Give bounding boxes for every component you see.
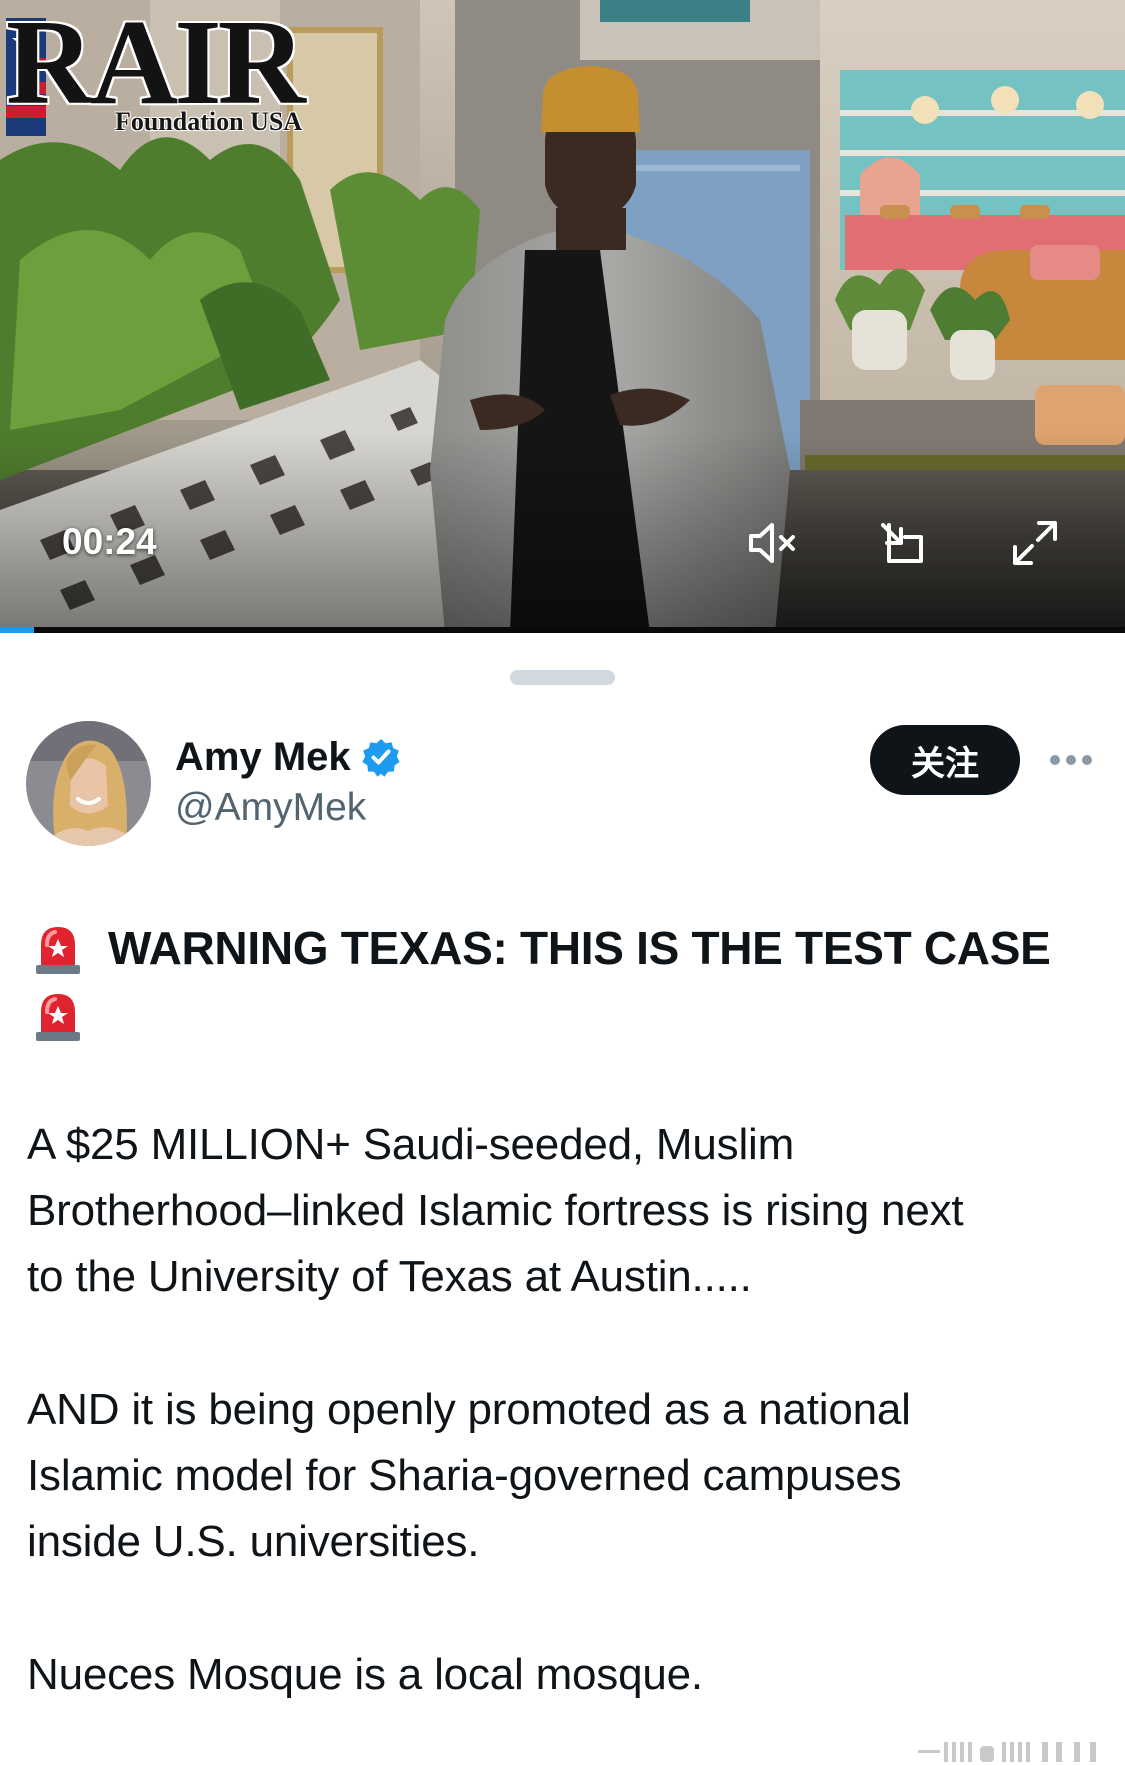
verified-badge-icon — [362, 739, 400, 777]
text-line: to the University of Texas at Austin....… — [27, 1252, 752, 1301]
mute-icon — [749, 523, 795, 563]
author-name[interactable]: Amy Mek — [175, 733, 351, 781]
watermark-main-text: RAIR — [6, 0, 306, 130]
mute-button[interactable] — [740, 512, 802, 574]
follow-button[interactable]: 关注 — [870, 725, 1020, 795]
picture-in-picture-button[interactable] — [872, 512, 934, 574]
video-progress-fill — [0, 627, 34, 633]
more-options-button[interactable] — [1045, 740, 1097, 780]
author-handle[interactable]: @AmyMek — [175, 785, 366, 831]
text-line: Brotherhood–linked Islamic fortress is r… — [27, 1186, 964, 1235]
avatar[interactable] — [26, 721, 151, 846]
video-player[interactable]: RAIR Foundation USA 00:24 — [0, 0, 1125, 633]
text-line: Nueces Mosque is a local mosque. — [27, 1650, 703, 1699]
ellipsis-icon — [1050, 755, 1092, 765]
post-paragraph-2: AND it is being openly promoted as a nat… — [27, 1377, 1107, 1575]
fullscreen-icon — [1013, 521, 1057, 565]
author-name-row[interactable]: Amy Mek — [175, 733, 401, 781]
text-line: A $25 MILLION+ Saudi-seeded, Muslim — [27, 1120, 795, 1169]
avatar-image — [26, 721, 151, 846]
headline-text: WARNING TEXAS: THIS IS THE TEST CASE — [108, 922, 1051, 974]
channel-watermark: RAIR Foundation USA — [4, 2, 306, 142]
text-line: Islamic model for Sharia-governed campus… — [27, 1451, 902, 1500]
corner-watermark-icon — [918, 1742, 1096, 1762]
video-progress-bar[interactable] — [0, 627, 1125, 633]
post-paragraph-3: Nueces Mosque is a local mosque. — [27, 1642, 1107, 1708]
watermark-sub-text: Foundation USA — [115, 107, 303, 136]
fullscreen-button[interactable] — [1004, 512, 1066, 574]
police-siren-icon — [36, 994, 80, 1041]
post-headline: WARNING TEXAS: THIS IS THE TEST CASE — [30, 916, 1105, 1046]
text-line: inside U.S. universities. — [27, 1517, 480, 1566]
text-line: AND it is being openly promoted as a nat… — [27, 1385, 911, 1434]
police-siren-icon — [36, 927, 80, 974]
picture-in-picture-icon — [881, 523, 923, 563]
post-paragraph-1: A $25 MILLION+ Saudi-seeded, Muslim Brot… — [27, 1112, 1107, 1310]
post-detail-screen: RAIR Foundation USA 00:24 Amy Mek @AmyMe… — [0, 0, 1125, 1765]
elapsed-time: 00:24 — [62, 521, 157, 562]
sheet-grabber[interactable] — [510, 670, 615, 685]
